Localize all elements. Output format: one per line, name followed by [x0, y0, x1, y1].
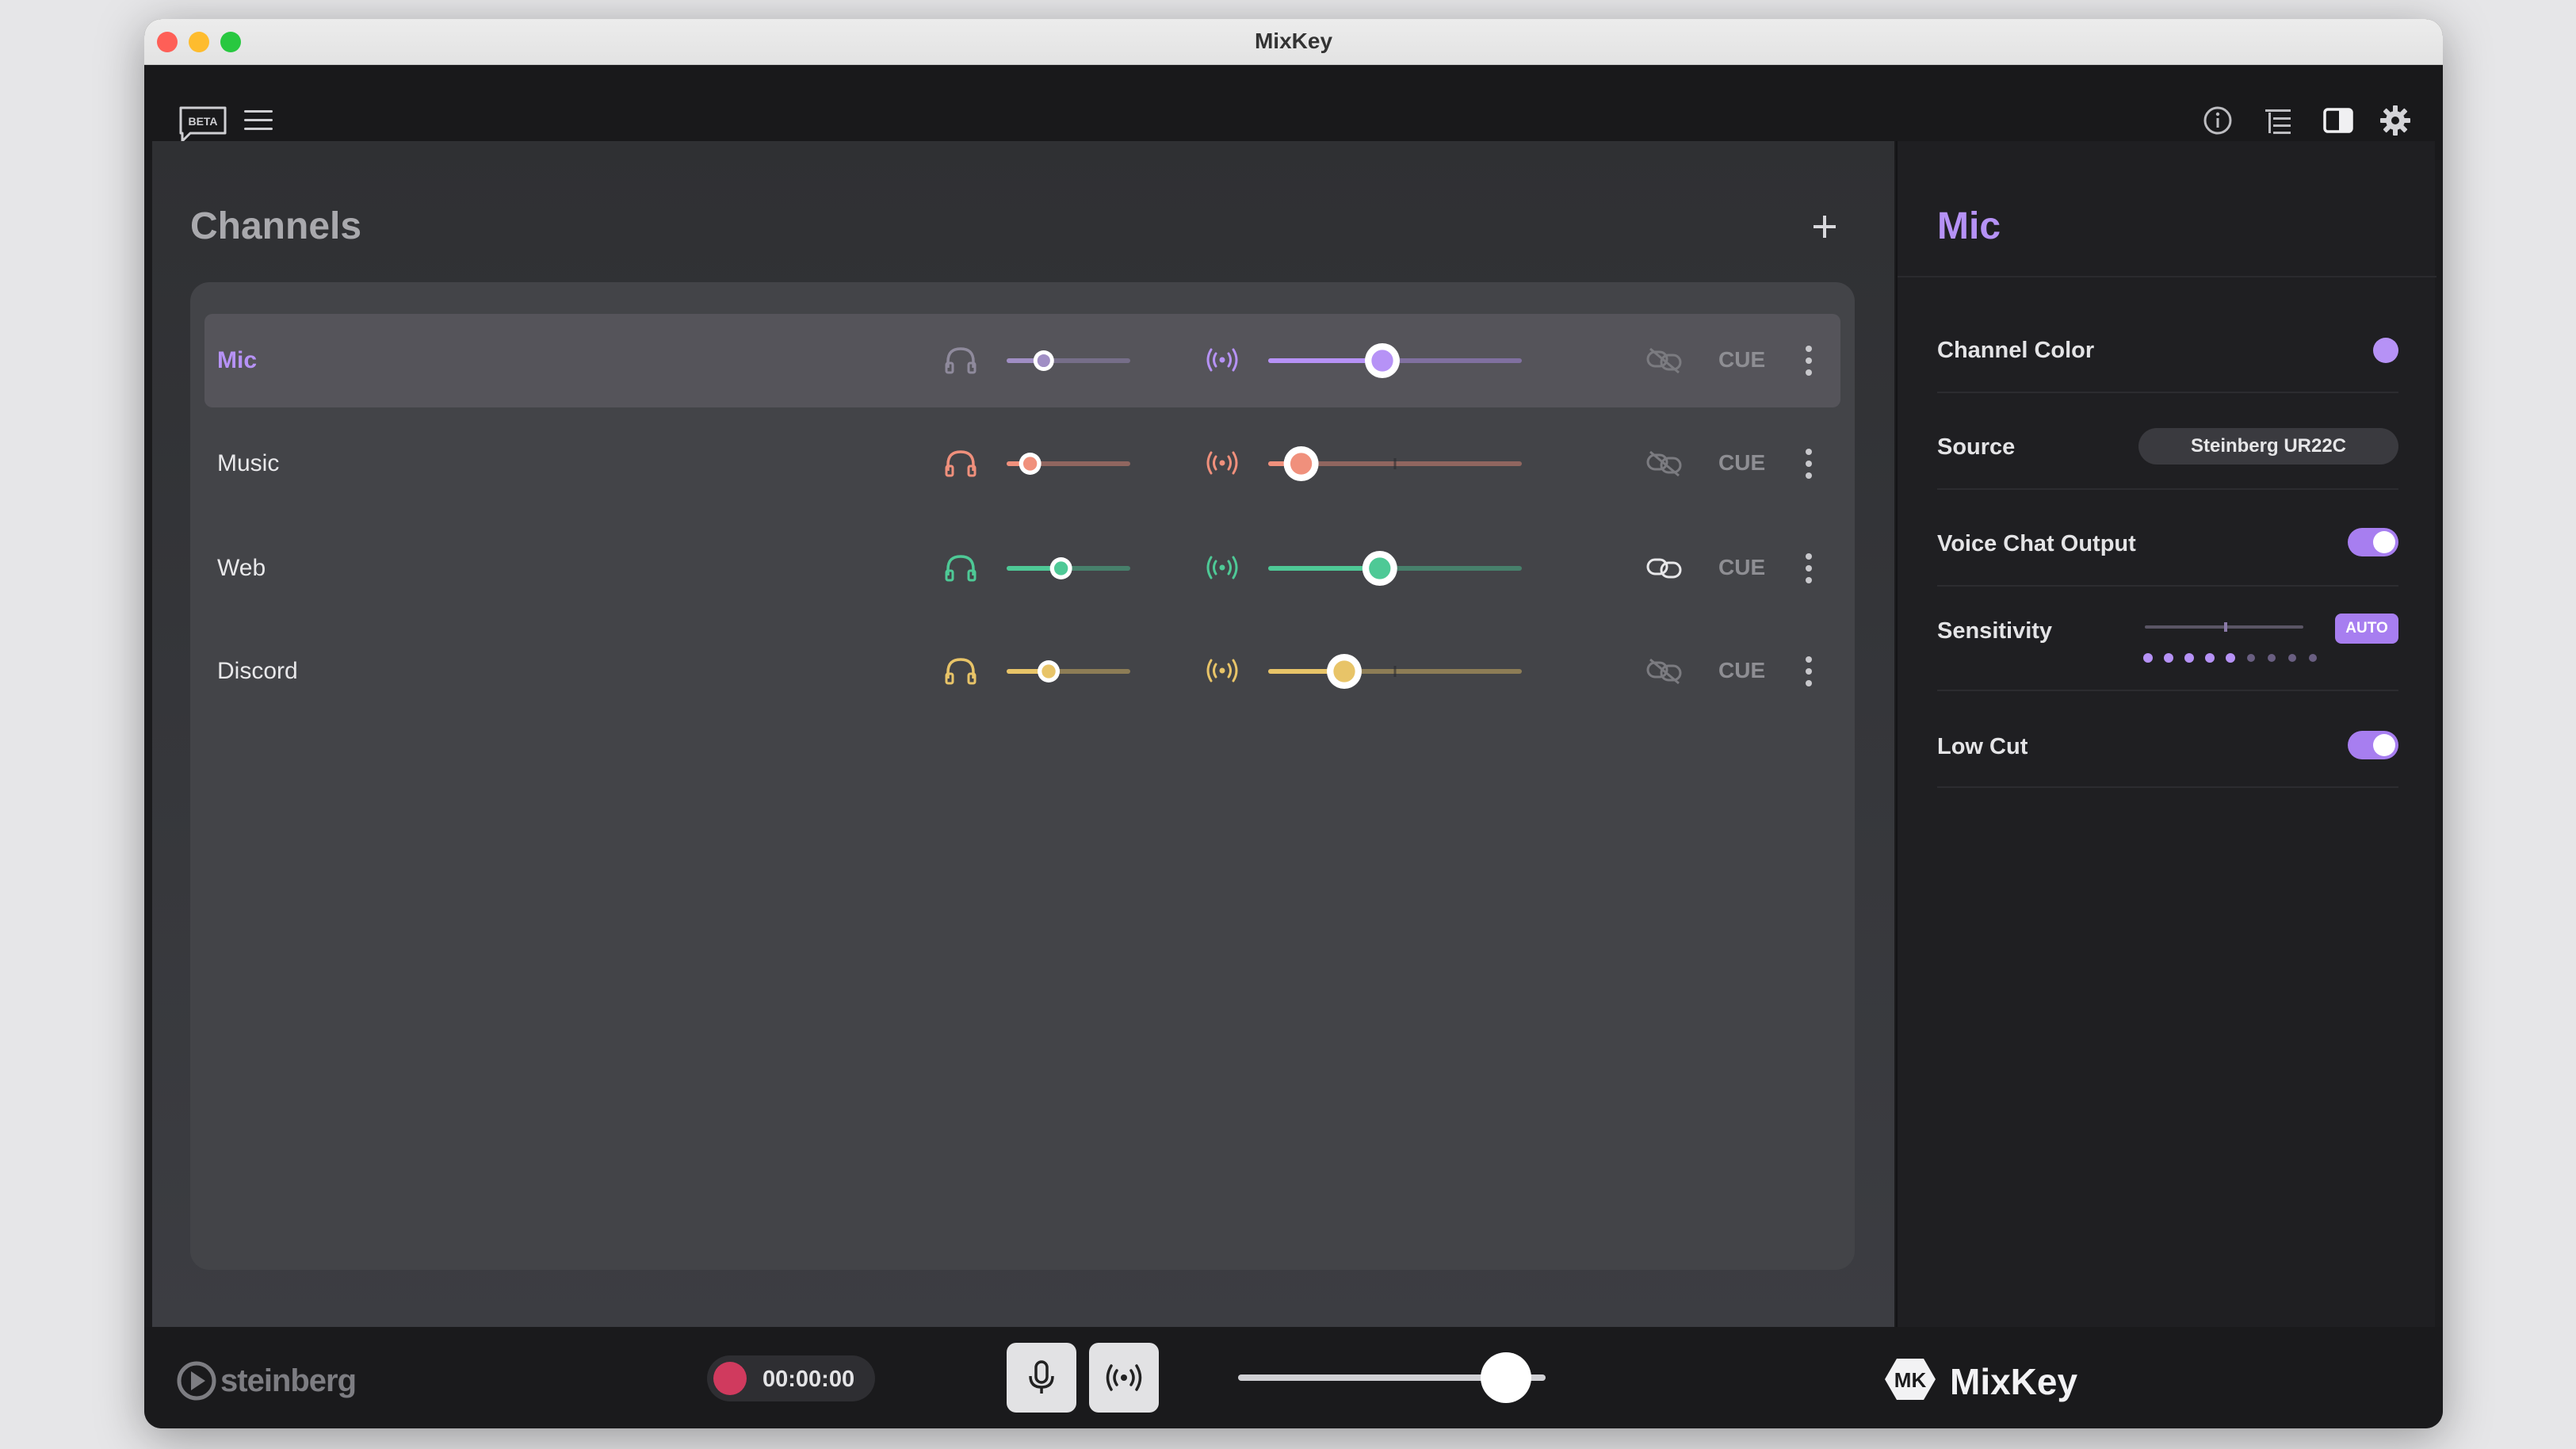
- channel-color-row: Channel Color: [1937, 331, 2398, 373]
- inspector-title: Mic: [1937, 205, 2001, 247]
- source-row: Source Steinberg UR22C: [1937, 426, 2398, 468]
- record-timer: 00:00:00: [762, 1367, 855, 1392]
- headphones-icon[interactable]: [943, 552, 978, 583]
- headphone-volume-slider[interactable]: [991, 625, 1146, 718]
- stream-volume-slider[interactable]: [1252, 314, 1538, 407]
- cue-button[interactable]: CUE: [1718, 347, 1765, 373]
- low-cut-label: Low Cut: [1937, 734, 2028, 759]
- sensitivity-label: Sensitivity: [1937, 618, 2053, 644]
- more-vertical-icon[interactable]: [1804, 655, 1814, 688]
- divider: [1898, 276, 2436, 277]
- broadcast-icon: [1106, 1364, 1142, 1391]
- stream-volume-slider-center-mark: [1393, 666, 1397, 677]
- stream-volume-slider[interactable]: [1252, 522, 1538, 615]
- info-icon[interactable]: [2200, 103, 2235, 138]
- cue-button[interactable]: CUE: [1718, 555, 1765, 580]
- mixkey-brand: MixKey: [1950, 1361, 2078, 1402]
- stream-volume-slider-center-mark: [1393, 458, 1397, 469]
- title-bar: MixKey: [144, 19, 2443, 65]
- source-select[interactable]: Steinberg UR22C: [2138, 428, 2398, 465]
- mixkey-logo-icon: MK: [1885, 1359, 1936, 1400]
- channel-row[interactable]: Discord CUE: [204, 625, 1840, 718]
- stream-volume-slider-knob-center: [1290, 453, 1313, 475]
- more-vertical-icon[interactable]: [1804, 344, 1814, 377]
- hamburger-menu-icon[interactable]: [243, 106, 274, 135]
- stream-volume-slider-knob-center: [1371, 350, 1393, 372]
- voice-chat-row: Voice Chat Output: [1937, 523, 2398, 564]
- channel-name: Discord: [217, 658, 298, 684]
- sensitivity-row: Sensitivity AUTO: [1937, 609, 2398, 688]
- beta-feedback-icon[interactable]: BETA: [178, 105, 228, 144]
- stream-volume-slider-knob-center: [1369, 557, 1391, 579]
- channel-row[interactable]: Web CUE: [204, 522, 1840, 615]
- channel-name: Web: [217, 555, 266, 581]
- divider: [1937, 786, 2398, 788]
- divider: [1937, 488, 2398, 490]
- link-icon[interactable]: [1645, 553, 1684, 582]
- microphone-icon: [1029, 1360, 1054, 1394]
- channel-row[interactable]: Mic CUE: [204, 314, 1840, 407]
- divider: [1937, 392, 2398, 393]
- gear-icon[interactable]: [2378, 103, 2413, 138]
- headphone-volume-slider[interactable]: [991, 522, 1146, 615]
- add-channel-button[interactable]: [1810, 212, 1839, 241]
- sensitivity-auto-button[interactable]: AUTO: [2335, 614, 2398, 644]
- source-label: Source: [1937, 434, 2016, 460]
- sensitivity-slider[interactable]: [2142, 609, 2324, 680]
- channels-panel: Channels Mic CUE Music CUE Web CUE Discord CUE: [152, 141, 1894, 1327]
- channel-list: Mic CUE Music CUE Web CUE Discord CUE: [190, 282, 1855, 1270]
- low-cut-row: Low Cut: [1937, 726, 2398, 767]
- link-icon[interactable]: [1645, 449, 1684, 477]
- channel-inspector: Mic Channel Color Source Steinberg UR22C…: [1896, 141, 2436, 1327]
- voice-chat-toggle[interactable]: [2348, 528, 2398, 556]
- channel-name: Mic: [217, 347, 258, 373]
- link-icon[interactable]: [1645, 656, 1684, 685]
- broadcast-icon[interactable]: [1205, 447, 1240, 479]
- headphones-icon[interactable]: [943, 447, 978, 479]
- record-control[interactable]: 00:00:00: [707, 1355, 875, 1401]
- stream-volume-slider-knob-center: [1333, 660, 1355, 682]
- headphone-volume-slider-knob-center: [1037, 354, 1050, 368]
- steinberg-brand: steinberg: [220, 1363, 357, 1398]
- master-volume-knob[interactable]: [1480, 1352, 1531, 1403]
- cue-button[interactable]: CUE: [1718, 450, 1765, 476]
- divider: [1937, 585, 2398, 587]
- sidebar-panel-icon[interactable]: [2321, 103, 2356, 138]
- beta-label: BETA: [188, 115, 217, 128]
- divider: [1937, 690, 2398, 691]
- headphones-icon[interactable]: [943, 655, 978, 686]
- voice-chat-label: Voice Chat Output: [1937, 531, 2136, 556]
- headphones-icon[interactable]: [943, 344, 978, 376]
- channel-color-label: Channel Color: [1937, 338, 2095, 363]
- broadcast-icon[interactable]: [1205, 344, 1240, 376]
- list-icon[interactable]: [2261, 103, 2295, 138]
- more-vertical-icon[interactable]: [1804, 552, 1814, 585]
- link-icon[interactable]: [1645, 346, 1684, 374]
- channels-title: Channels: [190, 205, 362, 247]
- headphone-volume-slider[interactable]: [991, 417, 1146, 510]
- headphone-volume-slider-knob-center: [1022, 457, 1038, 471]
- channel-row[interactable]: Music CUE: [204, 417, 1840, 510]
- cue-button[interactable]: CUE: [1718, 658, 1765, 683]
- record-button[interactable]: [713, 1362, 747, 1395]
- broadcast-icon[interactable]: [1205, 552, 1240, 583]
- stream-volume-slider[interactable]: [1252, 417, 1538, 510]
- channel-color-swatch[interactable]: [2373, 338, 2398, 363]
- channel-name: Music: [217, 450, 280, 476]
- footer-bar: steinberg 00:00:00 MK MixKey: [144, 1327, 2443, 1428]
- app-window: MixKey BETA Channels Mic CUE Music CUE W…: [144, 19, 2443, 1428]
- stream-monitor-button[interactable]: [1089, 1343, 1159, 1413]
- mic-monitor-button[interactable]: [1007, 1343, 1076, 1413]
- headphone-volume-slider[interactable]: [991, 314, 1146, 407]
- more-vertical-icon[interactable]: [1804, 447, 1814, 480]
- headphone-volume-slider-knob-center: [1041, 664, 1056, 679]
- window-title: MixKey: [1254, 29, 1333, 53]
- low-cut-toggle[interactable]: [2348, 731, 2398, 759]
- broadcast-icon[interactable]: [1205, 655, 1240, 686]
- svg-text:MK: MK: [1894, 1368, 1927, 1392]
- stream-volume-slider[interactable]: [1252, 625, 1538, 718]
- headphone-volume-slider-knob-center: [1053, 561, 1068, 575]
